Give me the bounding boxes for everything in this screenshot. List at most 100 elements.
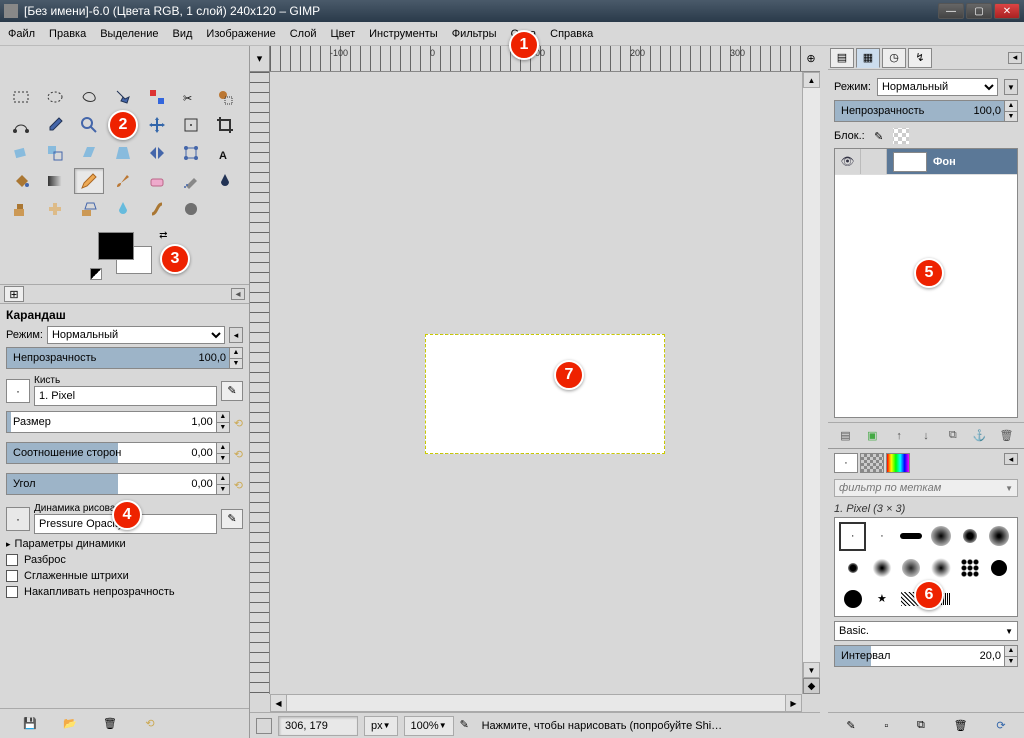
dynamics-params-expander[interactable]: Параметры динамики [6,538,243,550]
tool-rect-select[interactable] [6,84,36,110]
tool-eraser[interactable] [142,168,172,194]
tool-cage[interactable] [176,140,206,166]
ruler-corner-icon[interactable]: ▾ [250,46,270,72]
tab-patterns[interactable] [860,453,884,473]
swap-colors-icon[interactable]: ⇄ [159,230,167,241]
layer-mode-arrow-icon[interactable]: ▼ [1004,79,1018,95]
restore-preset-icon[interactable]: 📂 [60,714,80,734]
tool-foreground-select[interactable] [210,84,240,110]
maximize-button[interactable]: ▢ [966,3,992,19]
layer-opacity-slider[interactable]: Непрозрачность 100,0 ▲▼ [834,100,1018,122]
tool-ellipse-select[interactable] [40,84,70,110]
brush-item[interactable]: · [868,522,895,551]
menu-filters[interactable]: Фильтры [452,28,497,40]
tool-color-picker[interactable] [40,112,70,138]
brush-preset-select[interactable]: Basic.▼ [834,621,1018,641]
ratio-slider[interactable]: Соотношение сторон 0,00 ▲▼ [6,442,230,464]
layer-visibility-icon[interactable]: 👁 [835,149,861,174]
tool-move[interactable] [142,112,172,138]
menu-view[interactable]: Вид [173,28,193,40]
layer-mode-select[interactable]: Нормальный [877,78,998,96]
brush-filter-input[interactable]: фильтр по меткам▼ [834,479,1018,497]
brush-preview[interactable] [6,379,30,403]
anchor-layer-icon[interactable]: ⚓ [971,427,989,445]
brush-item[interactable] [839,553,866,584]
tool-heal[interactable] [40,196,70,222]
tool-airbrush[interactable] [176,168,206,194]
tab-layers[interactable]: ▦ [856,48,880,68]
nav-preview-icon[interactable]: ◆ [803,678,820,694]
tool-ink[interactable] [210,168,240,194]
brush-spacing-slider[interactable]: Интервал 20,0 ▲▼ [834,645,1018,667]
menu-file[interactable]: Файл [8,28,35,40]
opacity-spinner[interactable]: ▲▼ [229,348,242,368]
tool-paintbrush[interactable] [108,168,138,194]
accum-checkbox[interactable]: Накапливать непрозрачность [6,586,243,598]
brushes-dock-menu-icon[interactable]: ◂ [1004,453,1018,465]
brush-item[interactable] [986,553,1013,584]
brush-item[interactable] [868,553,895,584]
zoom-select[interactable]: 100% ▼ [404,716,454,736]
lock-pixels-icon[interactable]: ✎ [871,128,887,144]
tool-zoom[interactable] [74,112,104,138]
tool-perspective-clone[interactable] [74,196,104,222]
fg-color-swatch[interactable] [98,232,134,260]
raise-layer-icon[interactable]: ↑ [890,427,908,445]
brush-item[interactable] [927,522,954,551]
size-spinner[interactable]: ▲▼ [216,412,229,432]
menu-help[interactable]: Справка [550,28,593,40]
tool-clone[interactable] [6,196,36,222]
ruler-vertical[interactable] [250,72,270,694]
new-group-icon[interactable]: ▣ [863,427,881,445]
scroll-left-icon[interactable]: ◀ [271,695,287,711]
lock-alpha-icon[interactable] [893,128,909,144]
brush-item[interactable] [927,553,954,584]
brush-name-field[interactable]: 1. Pixel [34,386,217,406]
tool-blend[interactable] [40,168,70,194]
brush-duplicate-icon[interactable]: ⧉ [917,719,925,732]
brush-item[interactable] [956,522,983,551]
tool-rotate[interactable] [6,140,36,166]
layer-link-cell[interactable] [861,149,887,174]
tool-color-select[interactable] [142,84,172,110]
tool-scissors[interactable]: ✂ [176,84,206,110]
mode-menu-icon[interactable]: ◂ [229,327,243,343]
layer-thumbnail[interactable] [893,152,927,172]
tool-flip[interactable] [142,140,172,166]
zoom-fit-icon[interactable]: ⊕ [802,46,820,72]
tool-paths[interactable] [6,112,36,138]
unit-select[interactable]: px ▼ [364,716,398,736]
horizontal-scrollbar[interactable]: ◀ ▶ [270,694,802,712]
brush-refresh-icon[interactable]: ⟳ [996,719,1005,732]
brush-new-icon[interactable]: ▫ [884,720,888,732]
dock-menu-icon[interactable]: ◂ [231,288,245,300]
default-colors-icon[interactable] [90,268,102,280]
new-layer-icon[interactable]: ▤ [836,427,854,445]
tool-smudge[interactable] [142,196,172,222]
layers-dock-menu-icon[interactable]: ◂ [1008,52,1022,64]
size-reset-icon[interactable]: ⟲ [234,417,243,430]
angle-slider[interactable]: Угол 0,00 ▲▼ [6,473,230,495]
size-slider[interactable]: Размер 1,00 ▲▼ [6,411,230,433]
layer-opacity-spinner[interactable]: ▲▼ [1004,101,1017,121]
brush-item[interactable] [956,553,983,584]
canvas[interactable] [425,334,665,454]
tool-text[interactable]: A [210,140,240,166]
save-preset-icon[interactable]: 💾 [20,714,40,734]
smooth-checkbox[interactable]: Сглаженные штрихи [6,570,243,582]
tab-channels[interactable]: ◷ [882,48,906,68]
delete-preset-icon[interactable]: 🗑 [100,714,120,734]
brush-item[interactable] [898,522,925,551]
menu-select[interactable]: Выделение [100,28,158,40]
tool-free-select[interactable] [74,84,104,110]
delete-layer-icon[interactable]: 🗑 [997,427,1015,445]
minimize-button[interactable]: — [938,3,964,19]
scatter-checkbox[interactable]: Разброс [6,554,243,566]
tool-shear[interactable] [74,140,104,166]
angle-spinner[interactable]: ▲▼ [216,474,229,494]
quickmask-icon[interactable] [256,718,272,734]
lower-layer-icon[interactable]: ↓ [917,427,935,445]
menu-image[interactable]: Изображение [206,28,275,40]
brush-item[interactable]: · [839,522,866,551]
scroll-down-icon[interactable]: ▼ [803,662,820,678]
